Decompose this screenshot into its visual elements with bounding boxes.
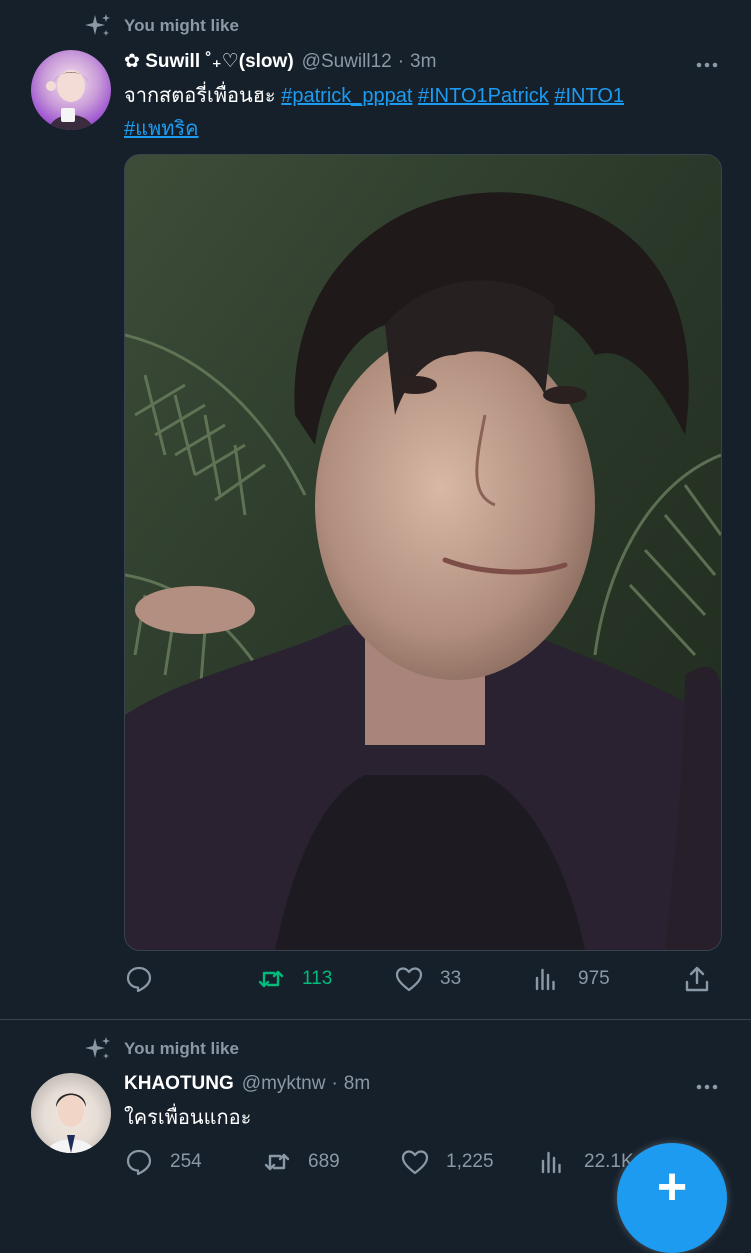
tweet-header: ✿ Suwill ˚₊♡(slow) @Suwill12 · 3m [124,50,436,73]
hashtag-link[interactable]: #patrick_pppat [281,85,412,107]
retweet-icon [262,1147,292,1177]
views-icon [538,1147,568,1177]
reply-button[interactable]: 254 [124,1147,262,1177]
tweet-header: KHAOTUNG @myktnw · 8m [124,1073,370,1095]
tweet-text: จากสตอรี่เพื่อนฮะ #patrick_pppat #INTO1P… [124,80,624,113]
reply-count: 254 [170,1151,202,1172]
hashtag-link[interactable]: #INTO1 [554,85,624,107]
heart-icon [394,964,424,994]
like-button[interactable]: 33 [394,964,532,994]
share-icon [682,964,712,994]
views-button[interactable]: 22.1K [538,1147,634,1177]
sparkle-icon [84,12,112,40]
reply-button[interactable] [124,964,256,994]
context-row: You might like [84,1035,239,1063]
views-count: 975 [578,968,610,989]
timestamp[interactable]: 3m [410,51,436,73]
retweet-button[interactable]: 689 [262,1147,400,1177]
separator-dot: · [397,50,405,72]
tweet-text-line: #แพทริค [124,113,199,146]
share-button[interactable] [682,964,712,994]
more-options-icon[interactable] [695,53,719,77]
context-row: You might like [84,12,239,40]
tweet-actions: 254 689 1,225 22.1K [124,1147,634,1177]
display-name[interactable]: ✿ Suwill ˚₊♡(slow) [124,50,294,73]
like-count: 1,225 [446,1151,494,1172]
display-name[interactable]: KHAOTUNG [124,1073,234,1095]
context-label: You might like [124,1039,239,1058]
handle[interactable]: @Suwill12 [302,51,392,73]
tweet-photo[interactable] [124,154,722,951]
timestamp[interactable]: 8m [344,1073,370,1095]
tweet-card[interactable]: You might like ✿ Suwill ˚₊♡(slow) @Suwil… [0,0,751,1019]
compose-plus-icon: + [656,1158,688,1216]
avatar[interactable] [31,1073,111,1153]
context-label: You might like [124,16,239,35]
reply-icon [124,1147,154,1177]
tweet-actions: 113 33 975 [124,964,712,994]
hashtag-link[interactable]: #แพทริค [124,118,199,140]
heart-icon [400,1147,430,1177]
handle[interactable]: @myktnw [242,1073,326,1095]
sparkle-icon [84,1035,112,1063]
avatar[interactable] [31,50,111,130]
compose-button[interactable]: + [617,1143,727,1253]
retweet-count: 113 [302,968,333,989]
like-count: 33 [440,968,462,989]
views-button[interactable]: 975 [532,964,682,994]
hashtag-link[interactable]: #INTO1Patrick [418,85,549,107]
reply-icon [124,964,154,994]
like-button[interactable]: 1,225 [400,1147,538,1177]
separator-dot: · [331,1073,338,1094]
views-icon [532,964,562,994]
tweet-text-body: จากสตอรี่เพื่อนฮะ [124,85,276,107]
retweet-count: 689 [308,1151,340,1172]
retweet-button[interactable]: 113 [256,964,394,994]
tweet-text: ใครเพื่อนแกอะ [124,1107,252,1129]
retweet-icon [256,964,286,994]
more-options-icon[interactable] [695,1075,719,1099]
